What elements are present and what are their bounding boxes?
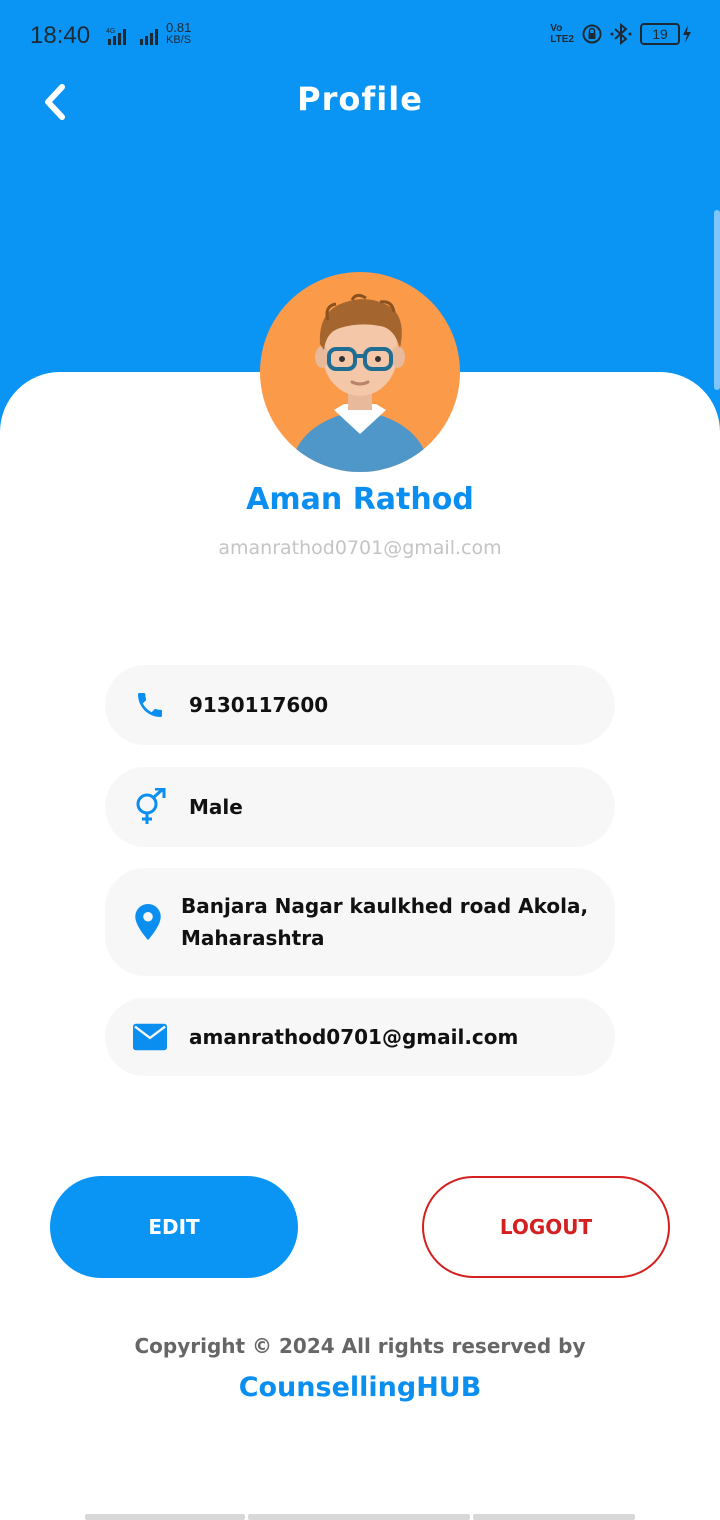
- battery-indicator: 19: [640, 23, 680, 45]
- status-right-group: Vo LTE2 19: [550, 22, 692, 46]
- avatar-illustration: [290, 293, 430, 472]
- email-value: amanrathod0701@gmail.com: [189, 1025, 519, 1049]
- lock-rotation-icon: [582, 24, 602, 44]
- gender-row: Male: [105, 767, 615, 847]
- page-title: Profile: [297, 80, 423, 118]
- svg-text:4G: 4G: [106, 28, 115, 35]
- address-row: Banjara Nagar kaulkhed road Akola, Mahar…: [105, 868, 615, 976]
- gender-value: Male: [189, 795, 243, 819]
- address-text: Banjara Nagar kaulkhed road Akola, Mahar…: [181, 894, 589, 950]
- edit-button[interactable]: EDIT: [50, 1176, 298, 1278]
- status-bar: 18:40 4G 0.81 KB/S Vo LTE2 19: [0, 0, 720, 72]
- phone-icon: [133, 688, 167, 722]
- charging-bolt-icon: [683, 25, 691, 43]
- status-time: 18:40: [30, 22, 91, 49]
- avatar: [260, 272, 460, 472]
- volte-indicator: Vo LTE2: [550, 23, 574, 45]
- gender-icon: [133, 788, 167, 824]
- nav-segment: [473, 1514, 635, 1520]
- signal-icon: [140, 29, 158, 45]
- signal-4g-icon: 4G: [106, 28, 126, 45]
- network-speed: 0.81 KB/S: [166, 20, 192, 46]
- user-email-subtitle: amanrathod0701@gmail.com: [218, 537, 502, 559]
- email-row: amanrathod0701@gmail.com: [105, 998, 615, 1076]
- location-pin-icon: [131, 904, 165, 940]
- scroll-indicator: [714, 210, 720, 390]
- phone-row: 9130117600: [105, 665, 615, 745]
- envelope-icon: [133, 1020, 167, 1054]
- nav-segment: [248, 1514, 470, 1520]
- nav-segment: [85, 1514, 245, 1520]
- gesture-nav-bar: [85, 1514, 637, 1520]
- phone-number: 9130117600: [189, 693, 329, 717]
- copyright-text: Copyright © 2024 All rights reserved by: [134, 1334, 586, 1358]
- bluetooth-icon: [610, 22, 632, 46]
- brand-name: CounsellingHUB: [238, 1372, 482, 1403]
- logout-button[interactable]: LOGOUT: [422, 1176, 670, 1278]
- user-name: Aman Rathod: [246, 482, 474, 517]
